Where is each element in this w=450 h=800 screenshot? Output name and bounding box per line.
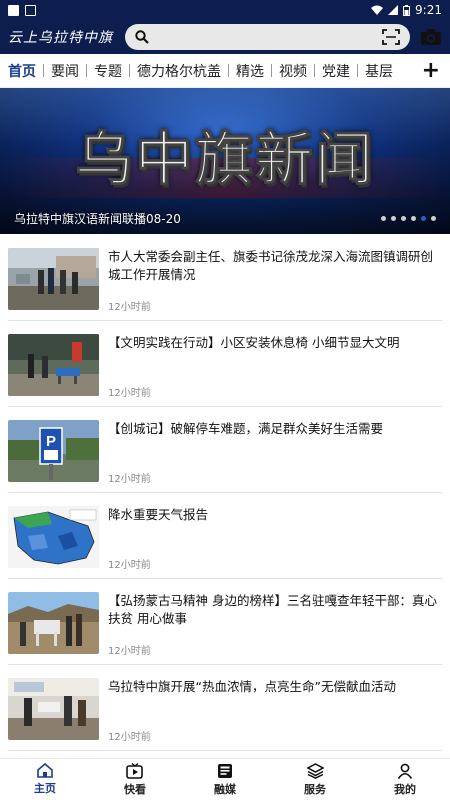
nav-quickview-label: 快看 — [124, 782, 146, 796]
news-title: 【创城记】破解停车难题，满足群众美好生活需要 — [108, 421, 384, 436]
video-icon — [126, 762, 143, 779]
banner-carousel[interactable]: 乌中旗新闻 乌拉特中旗汉语新闻联播08-20 — [0, 88, 450, 234]
add-channel-button[interactable]: + — [422, 58, 440, 83]
news-item[interactable]: 乌拉特中旗开展“热血浓情，点亮生命”无偿献血活动 12小时前 — [8, 678, 442, 750]
media-icon — [218, 763, 232, 778]
divider — [8, 750, 442, 751]
news-thumbnail — [8, 334, 99, 396]
news-thumbnail — [8, 678, 99, 740]
scan-icon[interactable] — [382, 29, 401, 45]
news-title: 降水重要天气报告 — [108, 507, 209, 522]
news-item[interactable]: 降水重要天气报告 12小时前 — [8, 506, 442, 578]
bottom-navigation: 主页 快看 融媒 服务 我的 — [0, 758, 450, 800]
nav-profile[interactable]: 我的 — [360, 759, 450, 800]
news-thumbnail — [8, 506, 99, 568]
news-time: 12小时前 — [108, 388, 151, 399]
divider — [8, 406, 442, 407]
tab-divider — [86, 64, 87, 77]
camera-icon[interactable] — [420, 28, 442, 46]
nav-profile-label: 我的 — [394, 782, 416, 796]
tab-grassroots[interactable]: 基层 — [365, 61, 393, 81]
search-input[interactable] — [125, 24, 411, 50]
tab-video[interactable]: 视频 — [279, 61, 307, 81]
tab-divider — [314, 64, 315, 77]
nav-home[interactable]: 主页 — [0, 759, 90, 800]
news-item[interactable]: 市人大常委会副主任、旗委书记徐茂龙深入海流图镇调研创城工作开展情况 12小时前 — [8, 248, 442, 320]
tab-divider — [271, 64, 272, 77]
tab-deligeerhanggai[interactable]: 德力格尔杭盖 — [137, 61, 221, 81]
divider — [8, 320, 442, 321]
banner-caption: 乌拉特中旗汉语新闻联播08-20 — [14, 212, 181, 226]
carousel-dot[interactable] — [431, 216, 436, 221]
app-notification-icon — [25, 4, 36, 16]
nav-media[interactable]: 融媒 — [180, 759, 270, 800]
nav-media-label: 融媒 — [214, 782, 236, 796]
notification-icon — [8, 4, 19, 16]
news-item[interactable]: 【文明实践在行动】小区安装休息椅 小细节显大文明 12小时前 — [8, 334, 442, 406]
tab-headlines[interactable]: 要闻 — [51, 61, 79, 81]
news-time: 12小时前 — [108, 646, 151, 657]
carousel-dot[interactable] — [391, 216, 396, 221]
news-time: 12小时前 — [108, 302, 151, 313]
tab-divider — [357, 64, 358, 77]
svg-text:P: P — [46, 433, 56, 450]
nav-home-label: 主页 — [34, 782, 56, 795]
battery-icon — [403, 4, 411, 16]
divider — [8, 578, 442, 579]
tab-divider — [228, 64, 229, 77]
tab-featured[interactable]: 精选 — [236, 61, 264, 81]
tab-divider — [129, 64, 130, 77]
divider — [8, 492, 442, 493]
news-time: 12小时前 — [108, 474, 151, 485]
divider — [8, 664, 442, 665]
app-title: 云上乌拉特中旗 — [8, 30, 113, 46]
app-header: 云上乌拉特中旗 — [0, 20, 450, 54]
news-title: 乌拉特中旗开展“热血浓情，点亮生命”无偿献血活动 — [108, 679, 396, 694]
nav-services[interactable]: 服务 — [270, 759, 360, 800]
layers-icon — [306, 762, 324, 779]
carousel-indicator — [381, 216, 436, 221]
tab-party[interactable]: 党建 — [322, 61, 350, 81]
banner-title: 乌中旗新闻 — [74, 125, 375, 194]
news-thumbnail: P — [8, 420, 99, 482]
carousel-dot-active[interactable] — [421, 216, 426, 221]
news-title: 【弘扬蒙古马精神 身边的榜样】三名驻嘎查年轻干部：真心扶贫 用心做事 — [108, 593, 437, 626]
carousel-dot[interactable] — [411, 216, 416, 221]
news-title: 【文明实践在行动】小区安装休息椅 小细节显大文明 — [108, 335, 400, 350]
carousel-dot[interactable] — [381, 216, 386, 221]
search-icon — [135, 30, 150, 44]
news-title: 市人大常委会副主任、旗委书记徐茂龙深入海流图镇调研创城工作开展情况 — [108, 249, 434, 282]
news-thumbnail — [8, 592, 99, 654]
news-time: 12小时前 — [108, 560, 151, 571]
channel-tabs: 首页 要闻 专题 德力格尔杭盖 精选 视频 党建 基层 + — [0, 54, 450, 88]
tab-home[interactable]: 首页 — [8, 61, 36, 81]
home-icon — [37, 763, 53, 778]
news-item[interactable]: P 【创城记】破解停车难题，满足群众美好生活需要 12小时前 — [8, 420, 442, 492]
news-item[interactable]: 【弘扬蒙古马精神 身边的榜样】三名驻嘎查年轻干部：真心扶贫 用心做事 12小时前 — [8, 592, 442, 664]
status-bar: 9:21 — [0, 0, 450, 20]
news-time: 12小时前 — [108, 732, 151, 743]
tab-divider — [43, 64, 44, 77]
signal-icon — [388, 5, 399, 15]
user-icon — [397, 763, 413, 779]
carousel-dot[interactable] — [401, 216, 406, 221]
tab-topics[interactable]: 专题 — [94, 61, 122, 81]
nav-services-label: 服务 — [304, 782, 326, 796]
clock: 9:21 — [415, 3, 442, 17]
wifi-icon — [371, 5, 384, 15]
nav-quickview[interactable]: 快看 — [90, 759, 180, 800]
news-thumbnail — [8, 248, 99, 310]
